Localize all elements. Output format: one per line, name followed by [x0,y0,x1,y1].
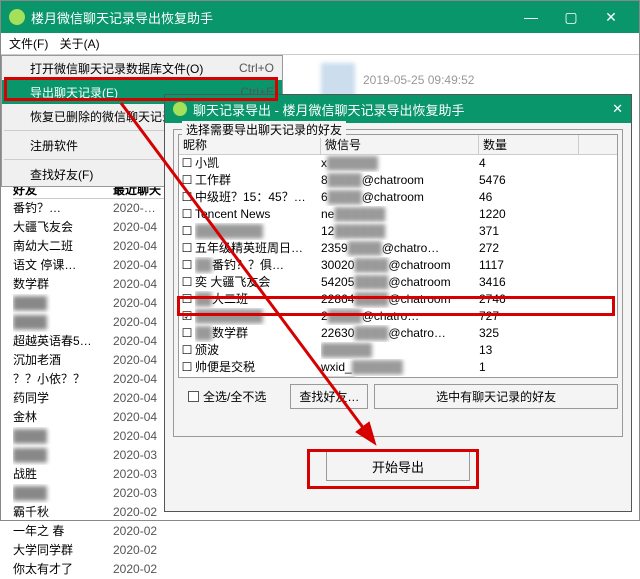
table-row[interactable]: ☐工作群8████@chatroom5476 [179,172,617,189]
col-count[interactable]: 数量 [479,135,579,154]
table-row[interactable]: ☐五年级精英班周日…2359████@chatro…272 [179,240,617,257]
avatar [321,63,355,97]
menu-file[interactable]: 文件(F) [5,37,52,51]
table-row[interactable]: ☐Tencent Newsne██████1220 [179,206,617,223]
table-row[interactable]: ☐████████12██████371 [179,223,617,240]
dialog-close-button[interactable]: ✕ [612,101,623,117]
table-row[interactable]: ☑████████2████@chatro…727 [179,308,617,325]
row-checkbox[interactable]: ☐ [179,359,195,376]
group-title: 选择需要导出聊天记录的好友 [182,121,346,138]
maximize-button[interactable]: ▢ [551,1,591,33]
select-all-label: 全选/全不选 [203,388,266,405]
row-checkbox[interactable]: ☐ [179,206,195,223]
export-dialog: 聊天记录导出 - 楼月微信聊天记录导出恢复助手 ✕ 选择需要导出聊天记录的好友 … [164,94,632,512]
moment-preview: 2019-05-25 09:49:52 [321,63,474,97]
row-checkbox[interactable]: ☐ [179,240,195,257]
friend-select-group: 选择需要导出聊天记录的好友 昵称 微信号 数量 ☐小凯x██████4☐工作群8… [173,129,623,437]
dialog-titlebar[interactable]: 聊天记录导出 - 楼月微信聊天记录导出恢复助手 ✕ [165,95,631,123]
row-checkbox[interactable]: ☐ [179,274,195,291]
select-with-records-button[interactable]: 选中有聊天记录的好友 [374,384,618,409]
select-all-checkbox[interactable]: 全选/全不选 [188,388,266,405]
friend-table: 昵称 微信号 数量 ☐小凯x██████4☐工作群8████@chatroom5… [178,134,618,378]
app-window: 楼月微信聊天记录导出恢复助手 — ▢ ✕ 文件(F) 关于(A) 2019-05… [0,0,640,521]
row-checkbox[interactable]: ☐ [179,325,195,342]
menu-open-db[interactable]: 打开微信聊天记录数据库文件(O) Ctrl+O [2,56,282,80]
moment-timestamp: 2019-05-25 09:49:52 [363,73,474,87]
close-button[interactable]: ✕ [591,1,631,33]
table-row[interactable]: ☐颁波██████13 [179,342,617,359]
minimize-button[interactable]: — [511,1,551,33]
menu-open-db-acc: Ctrl+O [239,61,274,75]
app-icon [9,9,25,25]
friend-row[interactable]: 大学同学群2020-02 [13,541,293,560]
table-row[interactable]: ☐██番钓？？俱…30020████@chatroom1117 [179,257,617,274]
row-checkbox[interactable]: ☑ [179,308,195,325]
table-row[interactable]: ☐奕 大疆飞友会54205████@chatroom3416 [179,274,617,291]
menu-register-label: 注册软件 [30,137,78,154]
dialog-icon [173,102,187,116]
row-checkbox[interactable]: ☐ [179,223,195,240]
menu-about[interactable]: 关于(A) [56,37,104,51]
menubar: 文件(F) 关于(A) [1,33,639,55]
find-friend-button[interactable]: 查找好友… [290,384,368,409]
row-checkbox[interactable]: ☐ [179,257,195,274]
row-checkbox[interactable]: ☐ [179,189,195,206]
row-checkbox[interactable]: ☐ [179,342,195,359]
friend-row[interactable]: 你太有才了2020-02 [13,560,293,579]
menu-export-label: 导出聊天记录(E) [30,84,118,101]
dialog-title: 聊天记录导出 - 楼月微信聊天记录导出恢复助手 [193,100,465,119]
table-row[interactable]: ☐██数学群22630████@chatro…325 [179,325,617,342]
table-row[interactable]: ☐中级班？15：45？…6████@chatroom46 [179,189,617,206]
titlebar[interactable]: 楼月微信聊天记录导出恢复助手 — ▢ ✕ [1,1,639,33]
row-checkbox[interactable]: ☐ [179,172,195,189]
table-row[interactable]: ☐帅便是交税wxid_██████1 [179,359,617,376]
friend-row[interactable]: 一年之 春2020-02 [13,522,293,541]
menu-open-db-label: 打开微信聊天记录数据库文件(O) [30,60,203,77]
menu-find-friend-label: 查找好友(F) [30,166,93,183]
table-row[interactable]: ☐超越英语春57班 1H…████@chatro…137 [179,376,617,378]
table-row[interactable]: ☐██大二班22864████@chatroom2746 [179,291,617,308]
start-export-button[interactable]: 开始导出 [326,451,470,481]
row-checkbox[interactable]: ☐ [179,291,195,308]
window-title: 楼月微信聊天记录导出恢复助手 [31,8,511,27]
table-row[interactable]: ☐小凯x██████4 [179,155,617,172]
row-checkbox[interactable]: ☐ [179,155,195,172]
row-checkbox[interactable]: ☐ [179,376,195,378]
